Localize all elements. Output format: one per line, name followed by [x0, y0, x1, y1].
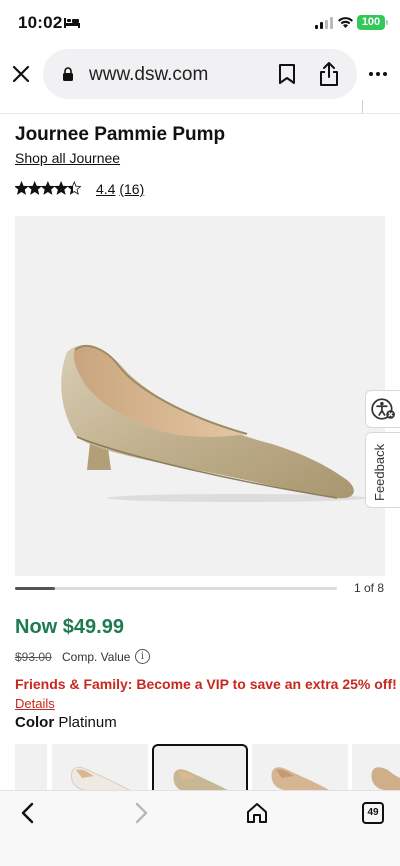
color-swatch-nude[interactable]	[252, 744, 348, 794]
color-selection-label: Color Platinum	[15, 714, 117, 731]
star-icon	[27, 181, 43, 195]
share-icon[interactable]	[318, 61, 340, 87]
sale-price: Now $49.99	[15, 616, 124, 638]
product-image	[61, 344, 367, 502]
status-time: 10:02	[18, 13, 63, 32]
star-icon	[66, 181, 81, 195]
shop-brand-link[interactable]: Shop all Journee	[15, 150, 120, 166]
image-carousel-progress-fill	[15, 587, 56, 590]
forward-arrow-icon[interactable]	[130, 801, 152, 825]
cellular-signal-icon	[315, 17, 333, 29]
browser-bottom-toolbar: 49	[0, 790, 400, 866]
original-price: $93.00	[15, 650, 52, 664]
back-arrow-icon[interactable]	[17, 801, 39, 825]
color-label: Color	[15, 714, 55, 731]
color-swatch-white[interactable]	[52, 744, 148, 794]
feedback-tab[interactable]: Feedback	[365, 432, 400, 508]
color-swatch-partial-right[interactable]	[352, 744, 400, 794]
image-page-count: 1 of 8	[354, 581, 385, 595]
rating-summary[interactable]: 4.4 (16)	[96, 181, 144, 197]
image-carousel-progress	[15, 587, 337, 590]
feedback-label: Feedback	[372, 443, 387, 501]
comp-value-label: Comp. Value	[62, 650, 131, 664]
review-count: (16)	[119, 181, 145, 197]
bookmark-icon[interactable]	[277, 63, 297, 85]
toolbar-divider	[0, 113, 400, 114]
sleep-focus-icon	[64, 18, 80, 28]
star-icon	[40, 181, 56, 195]
lock-icon	[63, 67, 73, 81]
product-title: Journee Pammie Pump	[15, 124, 226, 145]
star-icon	[53, 181, 69, 195]
home-icon[interactable]	[245, 801, 269, 825]
status-bar: 10:02 100	[0, 0, 400, 46]
browser-toolbar: www.dsw.com	[0, 46, 400, 106]
battery-indicator: 100	[357, 15, 388, 30]
accessibility-icon	[371, 398, 395, 420]
wifi-icon	[338, 17, 353, 28]
color-value: Platinum	[58, 714, 117, 731]
url-text: www.dsw.com	[89, 64, 209, 85]
toolbar-divider-tick	[362, 100, 363, 113]
more-options-icon[interactable]	[367, 64, 389, 84]
info-icon[interactable]: i	[135, 649, 150, 664]
accessibility-tab[interactable]	[365, 390, 400, 428]
address-bar[interactable]: www.dsw.com	[43, 49, 357, 99]
color-swatch-partial-left[interactable]	[15, 744, 47, 794]
product-image-carousel[interactable]	[15, 216, 385, 576]
close-icon[interactable]	[9, 62, 33, 86]
promo-details-link[interactable]: Details	[15, 696, 55, 711]
color-swatch-platinum-selected[interactable]	[152, 744, 248, 794]
rating-stars[interactable]	[15, 181, 81, 195]
star-icon	[15, 181, 29, 195]
rating-value: 4.4	[96, 181, 116, 197]
promo-message: Friends & Family: Become a VIP to save a…	[15, 676, 397, 692]
tabs-count-button[interactable]: 49	[362, 802, 384, 824]
